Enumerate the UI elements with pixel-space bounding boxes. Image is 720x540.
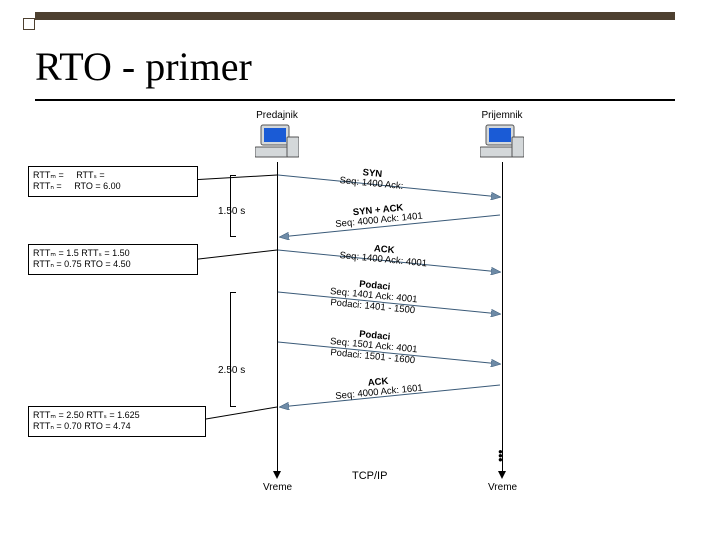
rtt-box-1: RTTₘ = RTTₛ = RTTₙ = RTO = 6.00 [28,166,198,197]
slide-accent-bar [35,12,675,20]
rtt-value: RTO = 6.00 [74,181,120,191]
rtt-value: RTTₘ = 2.50 RTTₛ = 1.625 [33,410,201,421]
rtt-value: RTTₛ = [76,170,104,180]
page-title: RTO - primer [35,43,252,90]
rtt-value: RTTₙ = [33,181,62,191]
rtt-box-2: RTTₘ = 1.5 RTTₛ = 1.50 RTTₙ = 0.75 RTO =… [28,244,198,275]
sequence-diagram: Predajnik Prijemnik Vreme Vreme [0,110,720,530]
rtt-value: RTTₙ = 0.75 RTO = 4.50 [33,259,193,270]
rtt-box-3: RTTₘ = 2.50 RTTₛ = 1.625 RTTₙ = 0.70 RTO… [28,406,206,437]
time-value: 2.50 s [218,365,245,376]
footer-label: TCP/IP [352,470,387,482]
title-underline [35,99,675,101]
time-value: 1.50 s [218,206,245,217]
rtt-value: RTTₘ = [33,170,64,180]
ellipsis-icon: ●●● [498,450,503,462]
slide: RTO - primer Predajnik Prijemnik V [0,0,720,540]
time-bracket [230,292,231,407]
slide-accent-square [23,18,35,30]
rtt-value: RTTₙ = 0.70 RTO = 4.74 [33,421,201,432]
rtt-value: RTTₘ = 1.5 RTTₛ = 1.50 [33,248,193,259]
